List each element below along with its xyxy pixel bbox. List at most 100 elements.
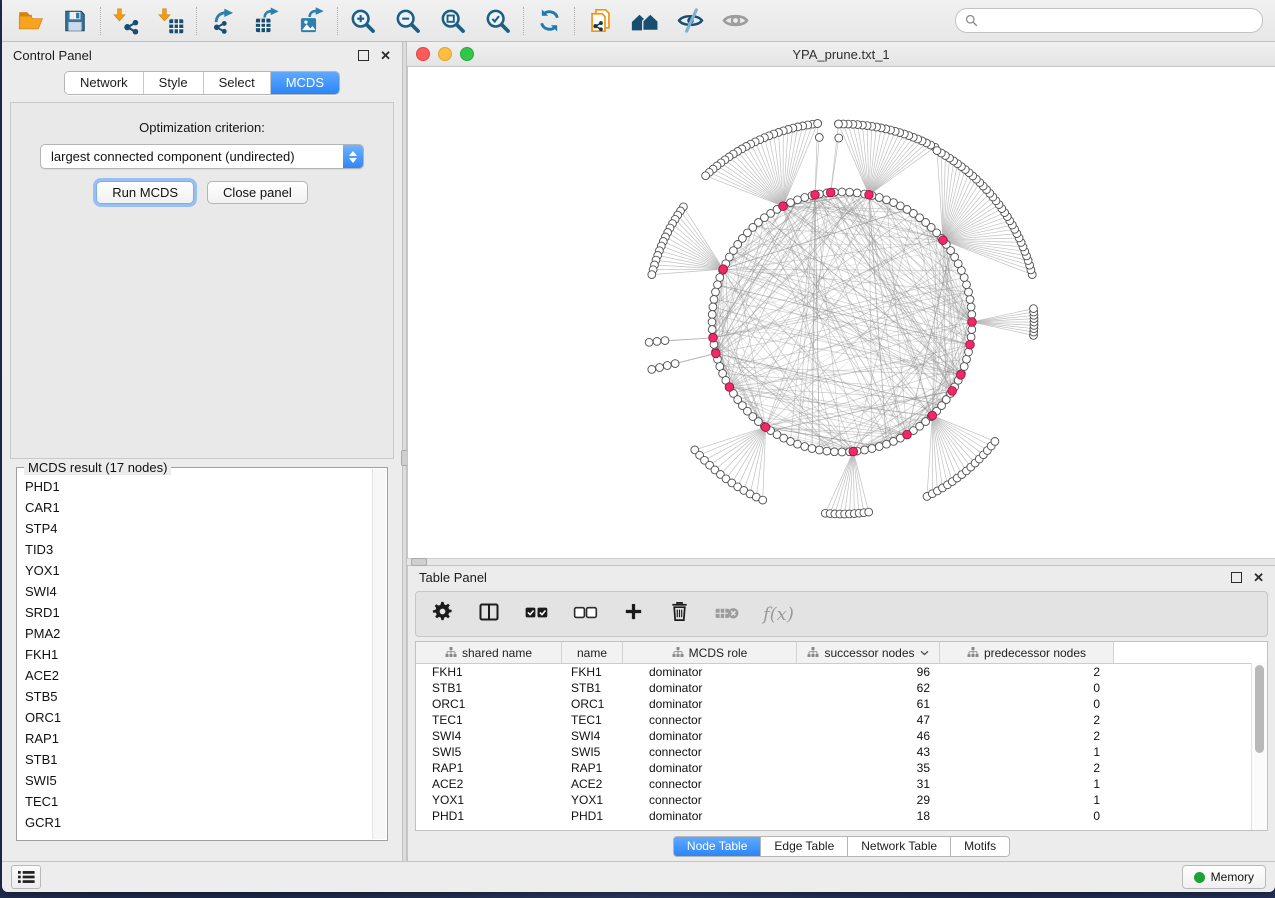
search-input[interactable] <box>983 13 1253 29</box>
table-row[interactable]: SWI5SWI5connector431 <box>416 744 1267 760</box>
network-node[interactable] <box>661 337 669 345</box>
tab-edge-table[interactable]: Edge Table <box>761 836 848 857</box>
network-node[interactable] <box>710 296 718 304</box>
open-file-button[interactable] <box>14 5 46 37</box>
import-network-button[interactable] <box>110 5 142 37</box>
mcds-node[interactable] <box>865 191 874 200</box>
table-scrollbar[interactable] <box>1251 663 1267 830</box>
close-window-icon[interactable] <box>416 47 430 61</box>
delete-row-button[interactable] <box>668 600 691 628</box>
mcds-node[interactable] <box>712 349 721 358</box>
tab-motifs[interactable]: Motifs <box>951 836 1010 857</box>
column-header-name[interactable]: name <box>562 642 623 663</box>
column-header-successor-nodes[interactable]: successor nodes <box>797 642 940 663</box>
table-row[interactable]: TEC1TEC1connector472 <box>416 712 1267 728</box>
mcds-result-item[interactable]: GCR1 <box>25 812 387 833</box>
zoom-out-button[interactable] <box>392 5 424 37</box>
close-table-panel-icon[interactable]: ✕ <box>1253 571 1264 584</box>
network-node[interactable] <box>814 120 822 128</box>
network-node[interactable] <box>861 446 869 454</box>
mcds-result-item[interactable]: STP4 <box>25 518 387 539</box>
mcds-result-item[interactable]: STB1 <box>25 749 387 770</box>
mcds-node[interactable] <box>725 383 734 392</box>
mcds-node[interactable] <box>966 340 975 349</box>
function-builder-button[interactable]: f(x) <box>763 604 794 625</box>
mcds-result-item[interactable]: TID3 <box>25 539 387 560</box>
mcds-node[interactable] <box>779 202 788 211</box>
network-node[interactable] <box>759 496 767 504</box>
mcds-node[interactable] <box>957 371 966 380</box>
table-row[interactable]: SWI4SWI4dominator462 <box>416 728 1267 744</box>
mcds-result-item[interactable]: SWI4 <box>25 581 387 602</box>
network-node[interactable] <box>714 281 722 289</box>
network-node[interactable] <box>965 348 973 356</box>
save-session-button[interactable] <box>59 5 91 37</box>
mcds-node[interactable] <box>903 430 912 439</box>
network-node[interactable] <box>823 447 831 455</box>
network-canvas[interactable] <box>407 67 1275 558</box>
optimization-criterion-dropdown[interactable]: largest connected component (undirected) <box>40 144 364 169</box>
mcds-node[interactable] <box>709 334 718 343</box>
export-network-button[interactable] <box>206 5 238 37</box>
tab-mcds[interactable]: MCDS <box>271 72 339 94</box>
table-row[interactable]: ORC1ORC1dominator610 <box>416 696 1267 712</box>
mcds-node[interactable] <box>719 265 728 274</box>
network-node[interactable] <box>1030 305 1038 313</box>
network-node[interactable] <box>663 362 671 370</box>
network-node[interactable] <box>875 443 883 451</box>
network-node[interactable] <box>709 303 717 311</box>
network-graph[interactable] <box>408 67 1275 558</box>
network-node[interactable] <box>671 360 679 368</box>
mcds-result-item[interactable]: SWI5 <box>25 770 387 791</box>
tab-node-table[interactable]: Node Table <box>673 836 762 857</box>
mcds-result-item[interactable]: CAR1 <box>25 497 387 518</box>
table-scrollbar-thumb[interactable] <box>1255 665 1264 753</box>
network-node[interactable] <box>645 338 653 346</box>
network-node[interactable] <box>868 445 876 453</box>
mcds-result-item[interactable]: ACE2 <box>25 665 387 686</box>
column-header-shared-name[interactable]: shared name <box>416 642 562 663</box>
network-node[interactable] <box>853 189 861 197</box>
hide-annotations-button[interactable] <box>674 5 706 37</box>
mcds-result-item[interactable]: YOX1 <box>25 560 387 581</box>
horizontal-splitter[interactable] <box>407 558 1275 566</box>
float-table-panel-icon[interactable] <box>1231 572 1242 583</box>
table-row[interactable]: FKH1FKH1dominator962 <box>416 664 1267 680</box>
network-node[interactable] <box>656 364 664 372</box>
network-node[interactable] <box>960 363 968 371</box>
network-node[interactable] <box>846 188 854 196</box>
mcds-result-item[interactable]: SRD1 <box>25 602 387 623</box>
mcds-node[interactable] <box>761 423 770 432</box>
delete-column-button[interactable] <box>714 599 740 630</box>
network-node[interactable] <box>712 288 720 296</box>
network-node[interactable] <box>653 338 661 346</box>
column-layout-button[interactable] <box>477 600 501 629</box>
mcds-node[interactable] <box>826 188 835 197</box>
network-node[interactable] <box>648 366 656 374</box>
table-row[interactable]: STB1STB1dominator620 <box>416 680 1267 696</box>
export-table-button[interactable] <box>251 5 283 37</box>
mcds-result-item[interactable]: FKH1 <box>25 644 387 665</box>
tab-select[interactable]: Select <box>204 72 271 94</box>
network-node[interactable] <box>708 326 716 334</box>
mcds-node[interactable] <box>849 447 858 456</box>
mcds-result-item[interactable]: ORC1 <box>25 707 387 728</box>
network-node[interactable] <box>967 303 975 311</box>
share-document-button[interactable] <box>584 5 616 37</box>
table-row[interactable]: PHD1PHD1dominator180 <box>416 808 1267 824</box>
network-node[interactable] <box>835 134 843 142</box>
network-node[interactable] <box>965 288 973 296</box>
mcds-node[interactable] <box>948 387 957 396</box>
network-node[interactable] <box>708 318 716 326</box>
mcds-result-item[interactable]: PMA2 <box>25 623 387 644</box>
show-annotations-button[interactable] <box>719 5 751 37</box>
mcds-result-item[interactable]: PHD1 <box>25 476 387 497</box>
network-node[interactable] <box>963 281 971 289</box>
network-node[interactable] <box>883 196 891 204</box>
mcds-node[interactable] <box>939 236 948 245</box>
maximize-window-icon[interactable] <box>460 47 474 61</box>
mcds-node[interactable] <box>968 318 977 327</box>
network-node[interactable] <box>933 147 941 155</box>
table-row[interactable]: RAP1RAP1dominator352 <box>416 760 1267 776</box>
tab-network[interactable]: Network <box>65 72 144 94</box>
